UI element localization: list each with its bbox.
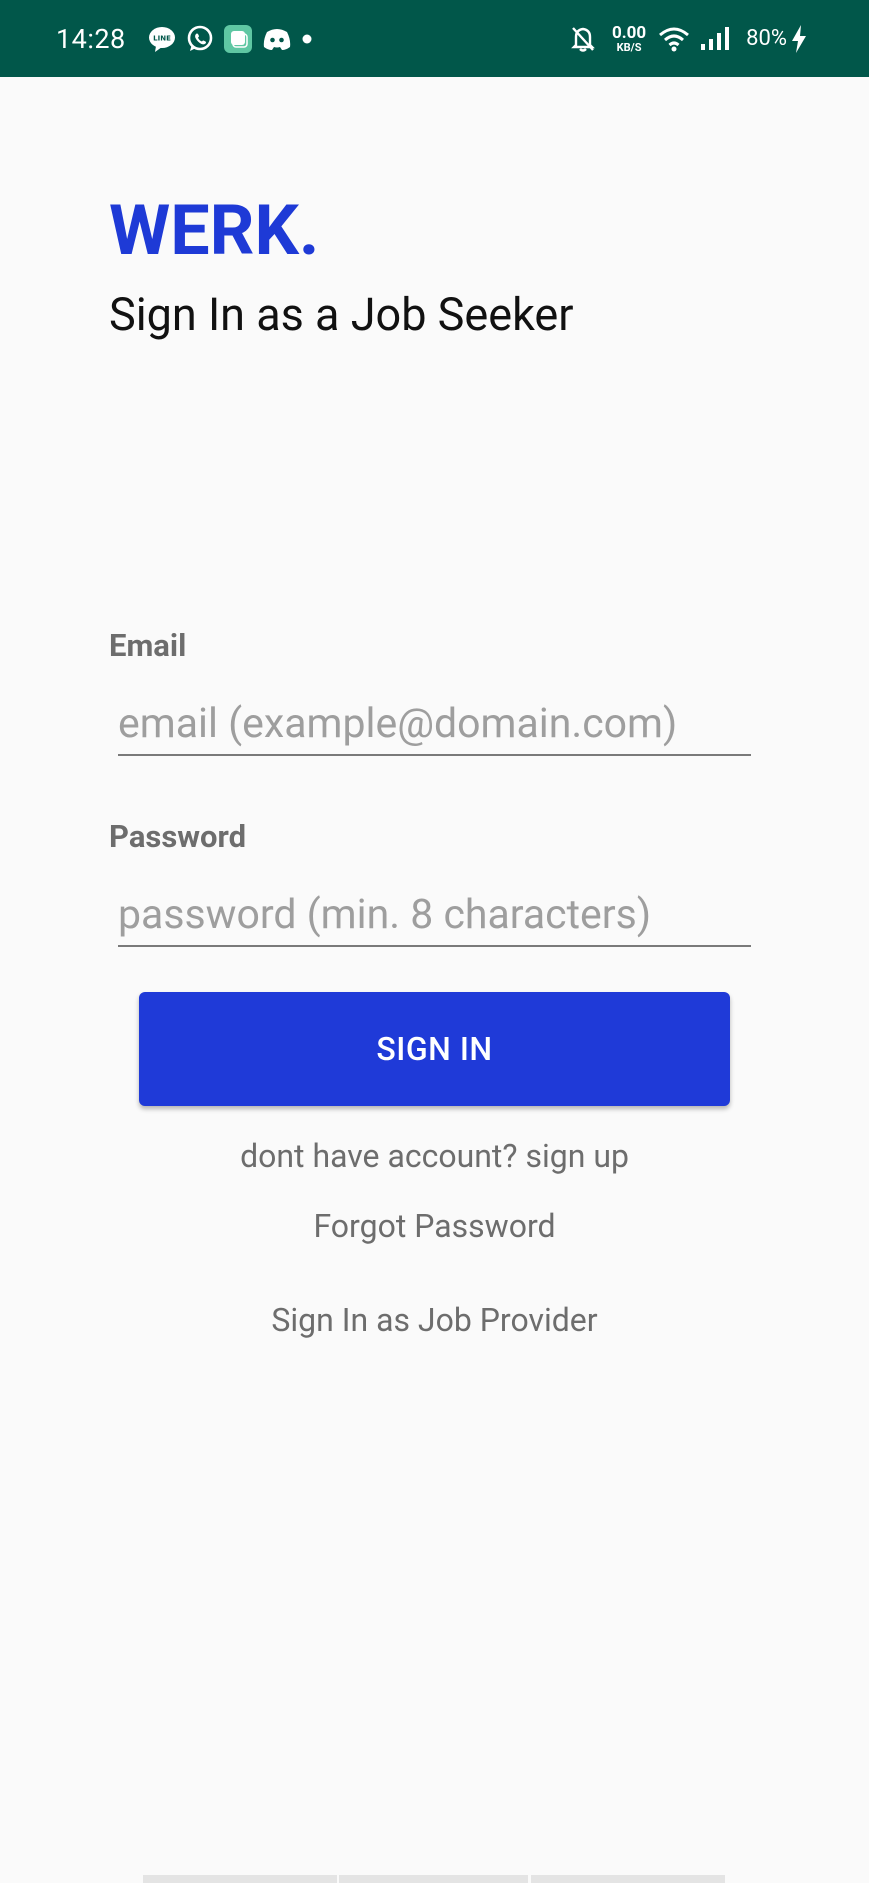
charging-icon (791, 24, 807, 53)
nav-handle-segment (339, 1875, 528, 1883)
nav-handle-segment (143, 1875, 337, 1883)
nav-handle-segment (531, 1875, 725, 1883)
sign-in-button[interactable]: SIGN IN (139, 992, 730, 1106)
line-app-icon: LINE (148, 26, 176, 52)
app-logo: WERK. (109, 190, 320, 272)
status-bar: 14:28 LINE 0.00 KB/S 80% (0, 0, 869, 77)
password-field[interactable] (118, 885, 751, 947)
net-speed-value: 0.00 (611, 22, 647, 43)
battery-percent: 80% (746, 26, 787, 51)
discord-icon (262, 27, 292, 51)
app-notification-icon (223, 24, 252, 53)
net-speed-unit: KB/S (616, 40, 642, 54)
job-provider-signin-link[interactable]: Sign In as Job Provider (0, 1304, 869, 1336)
wifi-icon (658, 26, 690, 52)
password-label: Password (109, 818, 247, 855)
mute-bell-icon (570, 25, 596, 53)
signup-link[interactable]: dont have account? sign up (0, 1140, 869, 1172)
email-field[interactable] (118, 694, 751, 756)
status-time: 14:28 (56, 22, 126, 55)
svg-text:LINE: LINE (153, 34, 171, 42)
page-title: Sign In as a Job Seeker (109, 288, 574, 341)
email-input[interactable] (118, 694, 751, 754)
forgot-password-link[interactable]: Forgot Password (0, 1210, 869, 1242)
password-input[interactable] (118, 885, 751, 945)
net-speed: 0.00 KB/S (611, 22, 647, 54)
status-right: 0.00 KB/S 80% (570, 22, 817, 54)
email-label: Email (109, 627, 187, 664)
dot-icon (302, 34, 312, 44)
signal-icon (700, 26, 730, 51)
status-left: 14:28 LINE (56, 23, 322, 55)
whatsapp-icon (186, 25, 214, 53)
